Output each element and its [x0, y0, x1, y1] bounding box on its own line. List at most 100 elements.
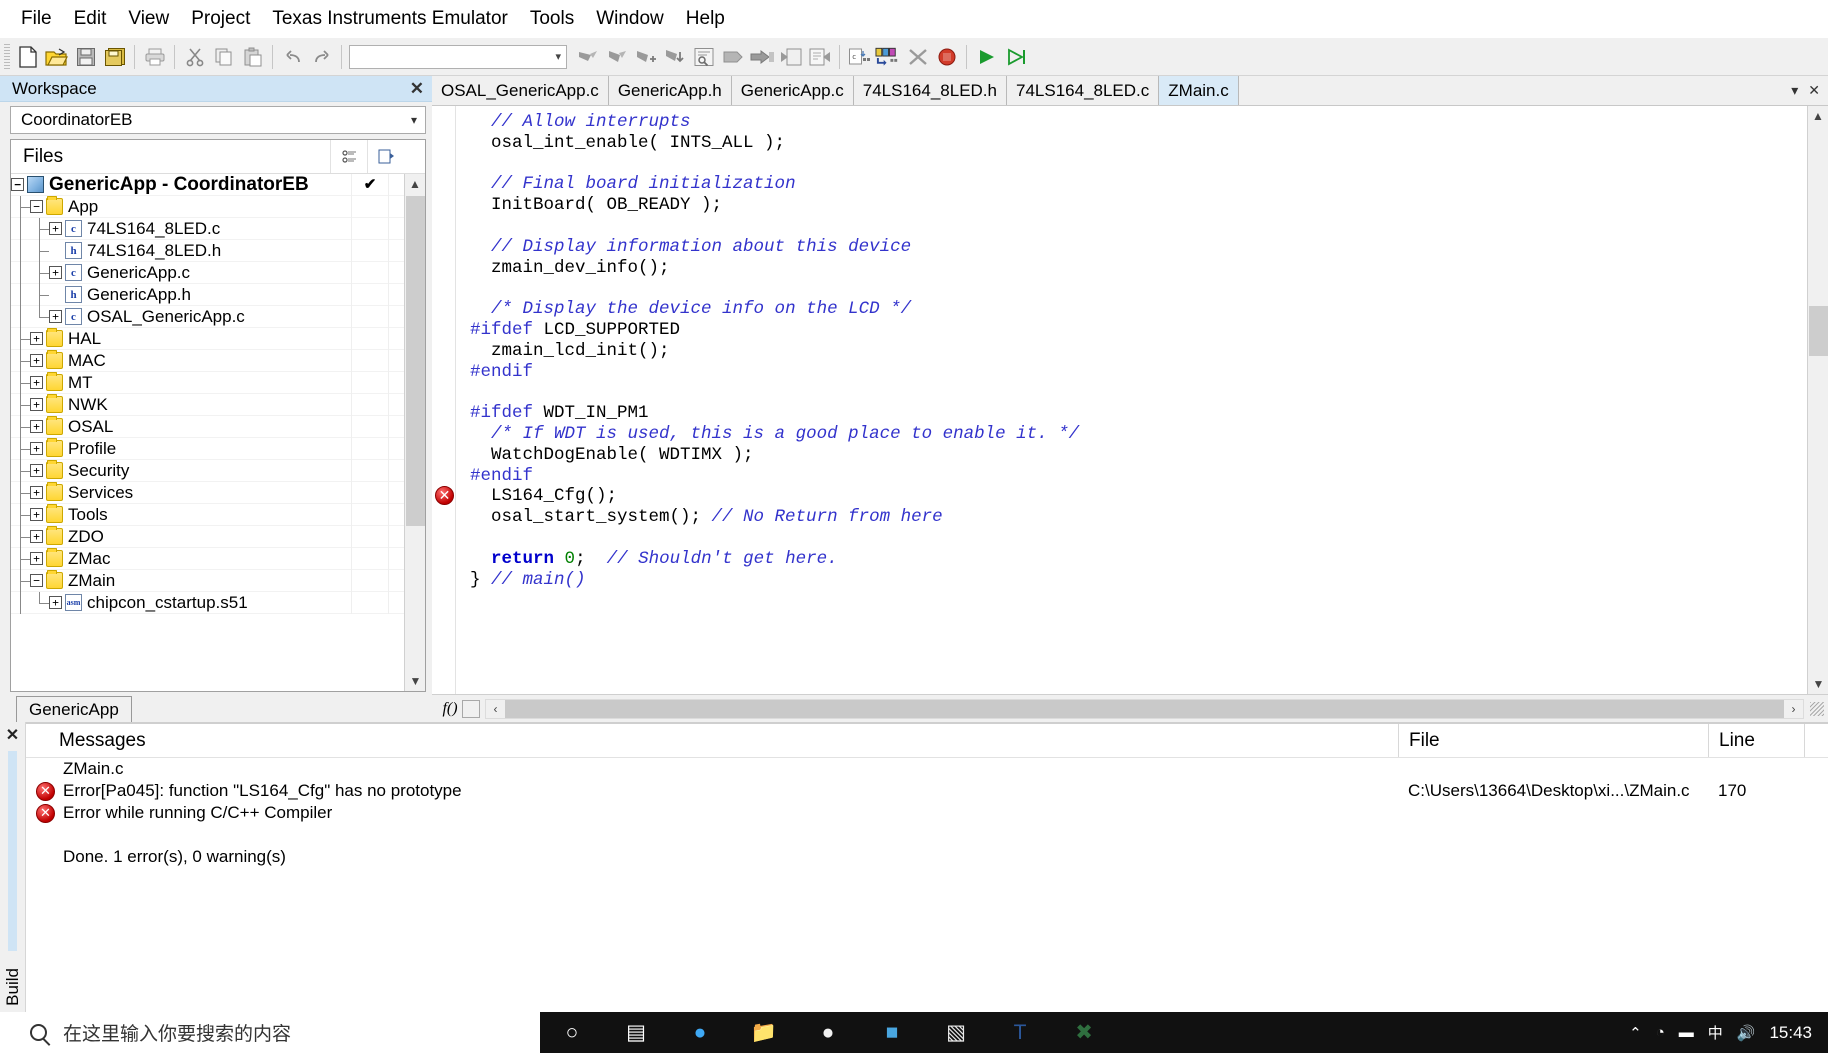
tree-item-genericapp-coordinatoreb[interactable]: − GenericApp - CoordinatorEB ✔: [11, 174, 425, 196]
hscroll-left-icon[interactable]: ‹: [486, 702, 505, 716]
build-message-row[interactable]: ✕ Error[Pa045]: function "LS164_Cfg" has …: [26, 780, 1828, 802]
menu-edit[interactable]: Edit: [63, 6, 118, 32]
cut-icon[interactable]: [180, 42, 209, 72]
breakpoint-toggle-icon[interactable]: [903, 42, 932, 72]
notepad-icon[interactable]: ▧: [924, 1012, 988, 1053]
tree-item-osal-genericapp-c[interactable]: +cOSAL_GenericApp.c*: [11, 305, 425, 328]
build-tab-label[interactable]: Build: [3, 968, 23, 1006]
close-icon[interactable]: ✕: [6, 725, 19, 745]
menu-help[interactable]: Help: [675, 6, 736, 32]
tree-item-genericapp-h[interactable]: h GenericApp.h: [11, 283, 425, 306]
tree-item-osal[interactable]: +OSAL*: [11, 415, 425, 438]
expand-icon[interactable]: +: [30, 354, 43, 367]
editor-scroll-up-icon[interactable]: ▲: [1808, 106, 1828, 126]
expand-icon[interactable]: +: [30, 442, 43, 455]
taskbar-clock[interactable]: 15:43: [1769, 1023, 1812, 1042]
menu-project[interactable]: Project: [180, 6, 261, 32]
word-icon[interactable]: T: [988, 1012, 1052, 1053]
undo-icon[interactable]: [278, 42, 307, 72]
tree-item-mt[interactable]: +MT*: [11, 371, 425, 394]
chrome-icon[interactable]: ●: [796, 1012, 860, 1053]
paste-icon[interactable]: [238, 42, 267, 72]
tree-item-chipcon-cstartup-s51[interactable]: +asmchipcon_cstartup.s51*: [11, 591, 425, 614]
expand-icon[interactable]: +: [30, 376, 43, 389]
store-icon[interactable]: ■: [860, 1012, 924, 1053]
build-rows[interactable]: ZMain.c ✕ Error[Pa045]: function "LS164_Cf…: [26, 758, 1828, 868]
redo-icon[interactable]: [307, 42, 336, 72]
tray-network-icon[interactable]: ◔: [1656, 1024, 1665, 1041]
tree-item-security[interactable]: + Security: [11, 459, 425, 482]
tree-item-zdo[interactable]: +ZDO*: [11, 525, 425, 548]
bookmark-goto-icon[interactable]: [660, 42, 689, 72]
scrollbar-thumb[interactable]: [406, 196, 425, 526]
build-message-row[interactable]: ZMain.c: [26, 758, 1828, 780]
taskbar-search[interactable]: 在这里输入你要搜索的内容: [0, 1012, 540, 1053]
cortana-search-icon[interactable]: ○: [540, 1012, 604, 1053]
iar-workbench-icon[interactable]: ✖: [1052, 1012, 1116, 1053]
editor-horizontal-scrollbar[interactable]: ‹ ›: [485, 698, 1804, 719]
file-tree-scrollbar[interactable]: ▲ ▼: [404, 174, 425, 691]
copy-icon[interactable]: [209, 42, 238, 72]
expand-icon[interactable]: +: [30, 508, 43, 521]
tree-item-app[interactable]: − App: [11, 195, 425, 218]
chevron-down-icon[interactable]: ▾: [1791, 82, 1798, 99]
editor-gutter[interactable]: ✕: [432, 106, 456, 694]
tree-item-services[interactable]: +Services*: [11, 481, 425, 504]
run-icon[interactable]: [972, 42, 1001, 72]
expand-icon[interactable]: +: [30, 552, 43, 565]
expand-icon[interactable]: +: [30, 486, 43, 499]
function-navigator-button[interactable]: f(): [438, 698, 462, 720]
bookmark-add-icon[interactable]: [631, 42, 660, 72]
build-message-row[interactable]: [26, 824, 1828, 846]
tray-chevron-up-icon[interactable]: ⌃: [1629, 1024, 1642, 1042]
expand-icon[interactable]: +: [49, 596, 62, 609]
tree-item-genericapp-c[interactable]: +cGenericApp.c*: [11, 261, 425, 284]
tray-ime-icon[interactable]: 中: [1708, 1022, 1723, 1043]
task-view-icon[interactable]: ▤: [604, 1012, 668, 1053]
search-combo[interactable]: ▾: [349, 44, 567, 69]
editor-tab-osal-genericapp-c[interactable]: OSAL_GenericApp.c: [432, 76, 609, 105]
stop-build-icon[interactable]: [776, 42, 805, 72]
menu-tools[interactable]: Tools: [519, 6, 585, 32]
configuration-dropdown[interactable]: CoordinatorEB ▾: [10, 106, 426, 134]
expand-icon[interactable]: +: [49, 222, 62, 235]
print-icon[interactable]: [140, 42, 169, 72]
build-message-row[interactable]: ✕ Error while running C/C++ Compiler: [26, 802, 1828, 824]
menu-texas-instruments-emulator[interactable]: Texas Instruments Emulator: [261, 6, 518, 32]
save-all-icon[interactable]: [100, 42, 129, 72]
collapse-icon[interactable]: −: [11, 178, 24, 191]
tree-item-profile[interactable]: +Profile*: [11, 437, 425, 460]
tree-item-mac[interactable]: +MAC*: [11, 349, 425, 372]
collapse-icon[interactable]: −: [30, 574, 43, 587]
file-explorer-icon[interactable]: 📁: [732, 1012, 796, 1053]
editor-vertical-scrollbar[interactable]: ▲ ▼: [1807, 106, 1828, 694]
editor-tab-genericapp-c[interactable]: GenericApp.c: [732, 76, 854, 105]
menu-view[interactable]: View: [117, 6, 180, 32]
bookmark-next-icon[interactable]: [602, 42, 631, 72]
variables-watch-icon[interactable]: [874, 42, 903, 72]
build-message-row[interactable]: Done. 1 error(s), 0 warning(s): [26, 846, 1828, 868]
make-icon[interactable]: [747, 42, 776, 72]
tree-item-zmac[interactable]: +ZMac*: [11, 547, 425, 570]
tree-item-74ls164-8led-c[interactable]: +c74LS164_8LED.c*: [11, 217, 425, 240]
resize-grip[interactable]: [1810, 701, 1824, 716]
toolbar-grip[interactable]: [4, 43, 10, 70]
editor-tab-zmain-c[interactable]: ZMain.c: [1159, 76, 1239, 105]
step-icon[interactable]: [1001, 42, 1030, 72]
hscroll-thumb[interactable]: [505, 699, 1784, 718]
collapse-icon[interactable]: −: [30, 200, 43, 213]
expand-icon[interactable]: +: [49, 310, 62, 323]
error-marker-icon[interactable]: ✕: [435, 486, 454, 505]
edge-icon[interactable]: ●: [668, 1012, 732, 1053]
expand-icon[interactable]: +: [30, 530, 43, 543]
close-icon[interactable]: ✕: [1808, 82, 1820, 99]
tray-battery-icon[interactable]: ▬: [1679, 1024, 1694, 1041]
scroll-down-icon[interactable]: ▼: [405, 671, 425, 691]
expand-icon[interactable]: +: [30, 332, 43, 345]
new-document-icon[interactable]: [13, 42, 42, 72]
editor-tab-genericapp-h[interactable]: GenericApp.h: [609, 76, 732, 105]
expand-icon[interactable]: +: [30, 464, 43, 477]
find-in-files-icon[interactable]: [689, 42, 718, 72]
expand-icon[interactable]: +: [30, 420, 43, 433]
bookmark-toggle-icon[interactable]: [573, 42, 602, 72]
